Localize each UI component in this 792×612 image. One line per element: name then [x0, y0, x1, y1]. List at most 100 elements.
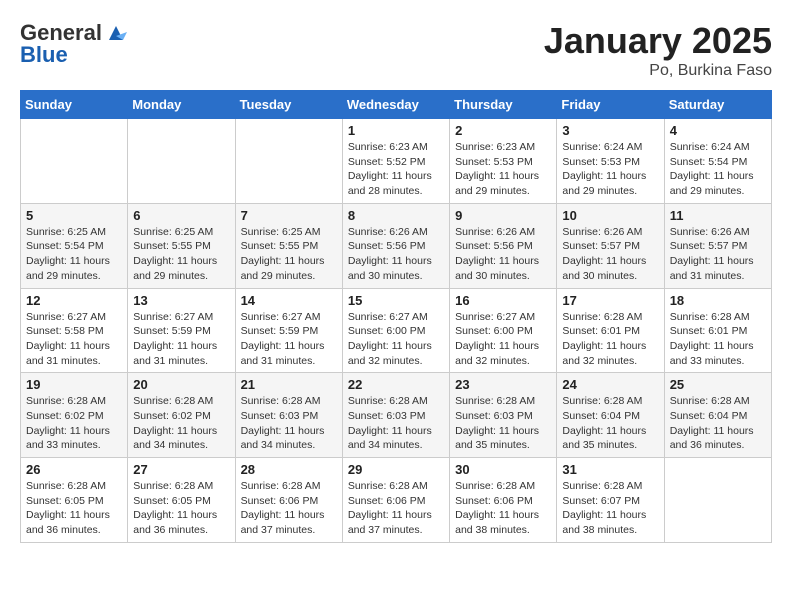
weekday-header-sunday: Sunday: [21, 91, 128, 119]
calendar-day-cell: 7 Sunrise: 6:25 AMSunset: 5:55 PMDaylight…: [235, 203, 342, 288]
day-number: 12: [26, 293, 122, 308]
calendar-day-cell: 10Sunrise: 6:26 AMSunset: 5:57 PMDayligh…: [557, 203, 664, 288]
weekday-header-thursday: Thursday: [450, 91, 557, 119]
calendar-day-cell: 16 Sunrise: 6:27 AMSunset: 6:00 PMDayligh…: [450, 288, 557, 373]
calendar-day-cell: 15 Sunrise: 6:27 AMSunset: 6:00 PMDayligh…: [342, 288, 449, 373]
calendar-day-cell: 12 Sunrise: 6:27 AMSunset: 5:58 PMDayligh…: [21, 288, 128, 373]
day-info: Sunrise: 6:28 AMSunset: 6:06 PMDaylight:…: [241, 479, 337, 538]
day-number: 6: [133, 208, 229, 223]
logo: General Blue: [20, 20, 127, 68]
day-info: Sunrise: 6:23 AMSunset: 5:53 PMDaylight:…: [455, 140, 551, 199]
calendar-week-row: 1 Sunrise: 6:23 AMSunset: 5:52 PMDaylight…: [21, 119, 772, 204]
calendar-day-cell: 20 Sunrise: 6:28 AMSunset: 6:02 PMDayligh…: [128, 373, 235, 458]
day-info: Sunrise: 6:23 AMSunset: 5:52 PMDaylight:…: [348, 140, 444, 199]
day-info: Sunrise: 6:28 AMSunset: 6:06 PMDaylight:…: [455, 479, 551, 538]
day-info: Sunrise: 6:27 AMSunset: 5:58 PMDaylight:…: [26, 310, 122, 369]
weekday-header-row: SundayMondayTuesdayWednesdayThursdayFrid…: [21, 91, 772, 119]
calendar-day-cell: 11 Sunrise: 6:26 AMSunset: 5:57 PMDayligh…: [664, 203, 771, 288]
location-subtitle: Po, Burkina Faso: [544, 62, 772, 80]
calendar-day-cell: 21Sunrise: 6:28 AMSunset: 6:03 PMDayligh…: [235, 373, 342, 458]
day-info: Sunrise: 6:27 AMSunset: 6:00 PMDaylight:…: [348, 310, 444, 369]
calendar-day-cell: 18 Sunrise: 6:28 AMSunset: 6:01 PMDayligh…: [664, 288, 771, 373]
day-number: 13: [133, 293, 229, 308]
day-info: Sunrise: 6:26 AMSunset: 5:57 PMDaylight:…: [670, 225, 766, 284]
day-info: Sunrise: 6:28 AMSunset: 6:03 PMDaylight:…: [455, 394, 551, 453]
calendar-day-cell: 13 Sunrise: 6:27 AMSunset: 5:59 PMDayligh…: [128, 288, 235, 373]
calendar-day-cell: 24Sunrise: 6:28 AMSunset: 6:04 PMDayligh…: [557, 373, 664, 458]
day-number: 30: [455, 462, 551, 477]
calendar-day-cell: 14 Sunrise: 6:27 AMSunset: 5:59 PMDayligh…: [235, 288, 342, 373]
day-number: 28: [241, 462, 337, 477]
calendar-day-cell: 29 Sunrise: 6:28 AMSunset: 6:06 PMDayligh…: [342, 458, 449, 543]
day-info: Sunrise: 6:27 AMSunset: 6:00 PMDaylight:…: [455, 310, 551, 369]
calendar-day-cell: 27 Sunrise: 6:28 AMSunset: 6:05 PMDayligh…: [128, 458, 235, 543]
calendar-day-cell: 17 Sunrise: 6:28 AMSunset: 6:01 PMDayligh…: [557, 288, 664, 373]
day-info: Sunrise: 6:27 AMSunset: 5:59 PMDaylight:…: [133, 310, 229, 369]
calendar-day-cell: 3Sunrise: 6:24 AMSunset: 5:53 PMDaylight…: [557, 119, 664, 204]
day-info: Sunrise: 6:28 AMSunset: 6:01 PMDaylight:…: [670, 310, 766, 369]
day-info: Sunrise: 6:25 AMSunset: 5:55 PMDaylight:…: [241, 225, 337, 284]
calendar-week-row: 12 Sunrise: 6:27 AMSunset: 5:58 PMDayligh…: [21, 288, 772, 373]
day-number: 15: [348, 293, 444, 308]
day-number: 31: [562, 462, 658, 477]
day-number: 16: [455, 293, 551, 308]
day-info: Sunrise: 6:24 AMSunset: 5:54 PMDaylight:…: [670, 140, 766, 199]
day-number: 1: [348, 123, 444, 138]
calendar-week-row: 26 Sunrise: 6:28 AMSunset: 6:05 PMDayligh…: [21, 458, 772, 543]
calendar-day-cell: 9 Sunrise: 6:26 AMSunset: 5:56 PMDaylight…: [450, 203, 557, 288]
calendar-day-cell: 31Sunrise: 6:28 AMSunset: 6:07 PMDayligh…: [557, 458, 664, 543]
logo-icon: [105, 22, 127, 44]
day-info: Sunrise: 6:28 AMSunset: 6:03 PMDaylight:…: [348, 394, 444, 453]
day-number: 23: [455, 377, 551, 392]
day-number: 8: [348, 208, 444, 223]
calendar-day-cell: 25Sunrise: 6:28 AMSunset: 6:04 PMDayligh…: [664, 373, 771, 458]
calendar-day-cell: 30 Sunrise: 6:28 AMSunset: 6:06 PMDayligh…: [450, 458, 557, 543]
day-info: Sunrise: 6:28 AMSunset: 6:02 PMDaylight:…: [133, 394, 229, 453]
day-info: Sunrise: 6:28 AMSunset: 6:06 PMDaylight:…: [348, 479, 444, 538]
day-number: 19: [26, 377, 122, 392]
calendar-day-cell: 2 Sunrise: 6:23 AMSunset: 5:53 PMDaylight…: [450, 119, 557, 204]
day-number: 7: [241, 208, 337, 223]
day-number: 22: [348, 377, 444, 392]
day-number: 3: [562, 123, 658, 138]
month-title: January 2025: [544, 20, 772, 62]
day-info: Sunrise: 6:28 AMSunset: 6:04 PMDaylight:…: [670, 394, 766, 453]
day-info: Sunrise: 6:27 AMSunset: 5:59 PMDaylight:…: [241, 310, 337, 369]
day-number: 21: [241, 377, 337, 392]
day-info: Sunrise: 6:28 AMSunset: 6:01 PMDaylight:…: [562, 310, 658, 369]
day-number: 27: [133, 462, 229, 477]
calendar-week-row: 5Sunrise: 6:25 AMSunset: 5:54 PMDaylight…: [21, 203, 772, 288]
day-info: Sunrise: 6:25 AMSunset: 5:55 PMDaylight:…: [133, 225, 229, 284]
day-number: 17: [562, 293, 658, 308]
calendar-day-cell: 5Sunrise: 6:25 AMSunset: 5:54 PMDaylight…: [21, 203, 128, 288]
day-number: 4: [670, 123, 766, 138]
calendar-day-cell: 19 Sunrise: 6:28 AMSunset: 6:02 PMDayligh…: [21, 373, 128, 458]
calendar-day-cell: 6 Sunrise: 6:25 AMSunset: 5:55 PMDaylight…: [128, 203, 235, 288]
calendar-day-cell: 8 Sunrise: 6:26 AMSunset: 5:56 PMDaylight…: [342, 203, 449, 288]
day-info: Sunrise: 6:26 AMSunset: 5:56 PMDaylight:…: [348, 225, 444, 284]
empty-day-cell: [21, 119, 128, 204]
day-info: Sunrise: 6:28 AMSunset: 6:05 PMDaylight:…: [26, 479, 122, 538]
day-number: 24: [562, 377, 658, 392]
day-number: 9: [455, 208, 551, 223]
empty-day-cell: [235, 119, 342, 204]
calendar-day-cell: 28 Sunrise: 6:28 AMSunset: 6:06 PMDayligh…: [235, 458, 342, 543]
page-header: General Blue January 2025 Po, Burkina Fa…: [20, 20, 772, 80]
day-info: Sunrise: 6:28 AMSunset: 6:02 PMDaylight:…: [26, 394, 122, 453]
day-number: 29: [348, 462, 444, 477]
day-info: Sunrise: 6:26 AMSunset: 5:56 PMDaylight:…: [455, 225, 551, 284]
day-info: Sunrise: 6:25 AMSunset: 5:54 PMDaylight:…: [26, 225, 122, 284]
empty-day-cell: [128, 119, 235, 204]
day-number: 20: [133, 377, 229, 392]
day-number: 2: [455, 123, 551, 138]
weekday-header-saturday: Saturday: [664, 91, 771, 119]
day-info: Sunrise: 6:28 AMSunset: 6:05 PMDaylight:…: [133, 479, 229, 538]
calendar-day-cell: 22 Sunrise: 6:28 AMSunset: 6:03 PMDayligh…: [342, 373, 449, 458]
day-number: 11: [670, 208, 766, 223]
day-number: 14: [241, 293, 337, 308]
day-number: 26: [26, 462, 122, 477]
day-number: 18: [670, 293, 766, 308]
calendar-week-row: 19 Sunrise: 6:28 AMSunset: 6:02 PMDayligh…: [21, 373, 772, 458]
calendar-day-cell: 4 Sunrise: 6:24 AMSunset: 5:54 PMDaylight…: [664, 119, 771, 204]
weekday-header-wednesday: Wednesday: [342, 91, 449, 119]
